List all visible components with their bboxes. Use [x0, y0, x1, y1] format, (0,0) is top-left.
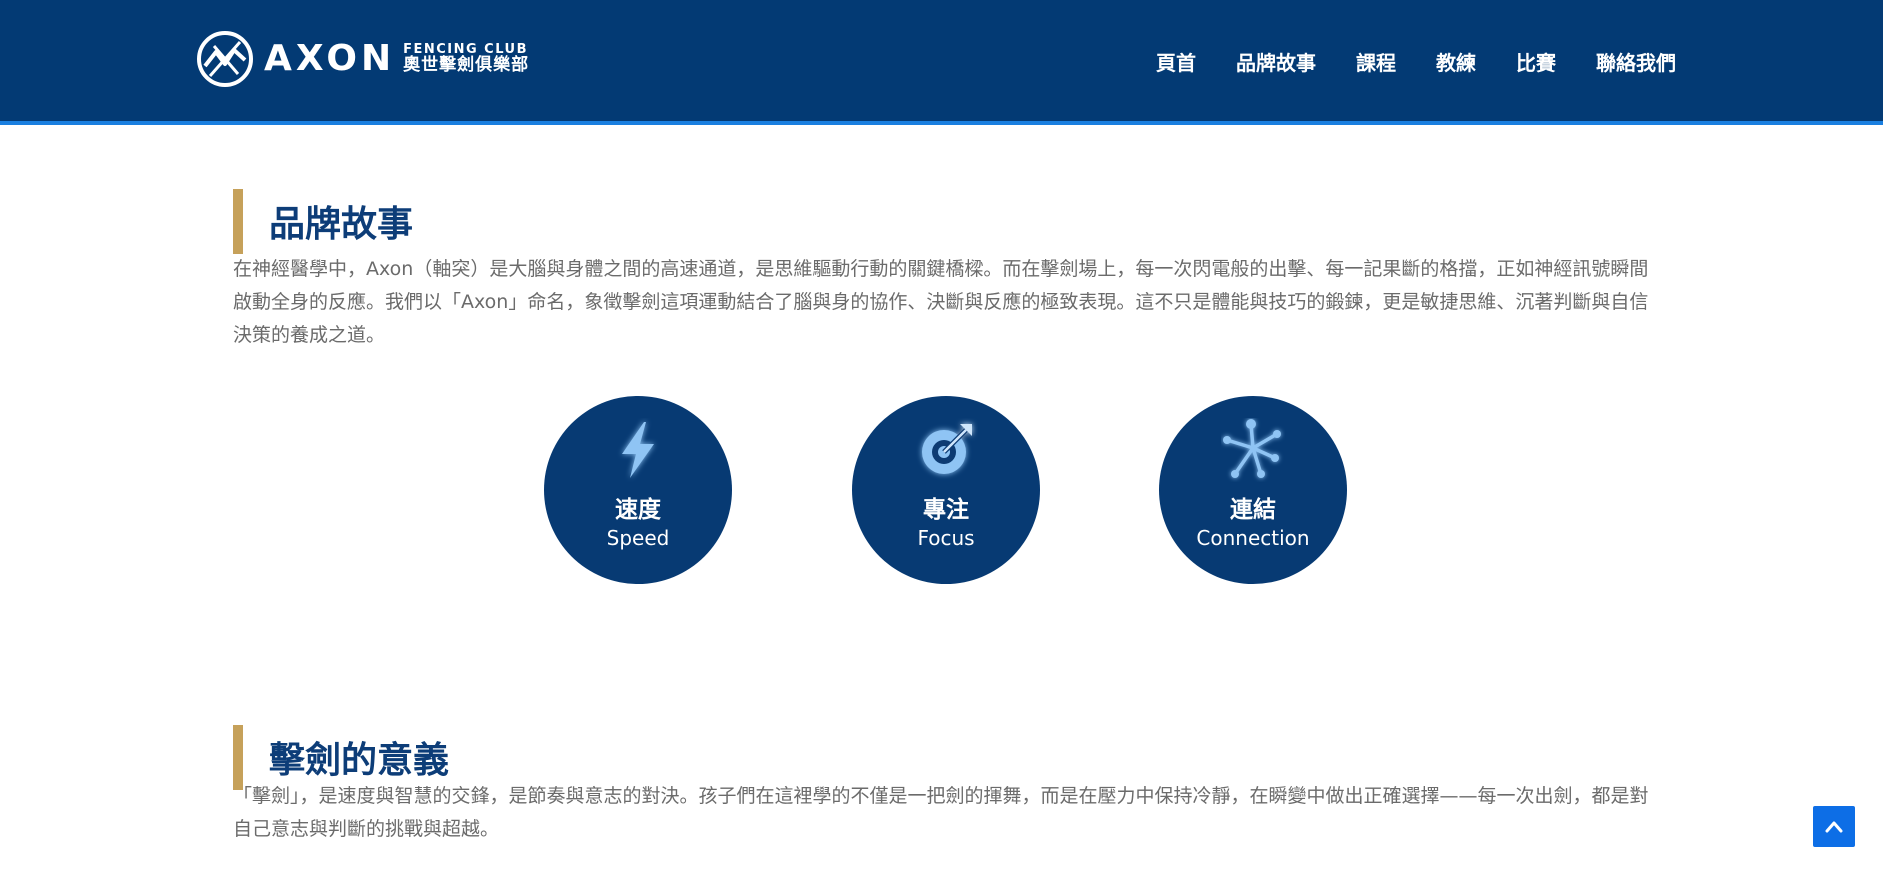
brand-logo[interactable]: AXON FENCING CLUB 奧世擊劍俱樂部: [196, 30, 529, 88]
value-focus-en: Focus: [917, 526, 975, 550]
nav-item-competitions[interactable]: 比賽: [1516, 47, 1556, 76]
brand-story-title: 品牌故事: [233, 188, 413, 254]
value-connection-zh: 連結: [1230, 497, 1276, 523]
logo-subtitle: FENCING CLUB 奧世擊劍俱樂部: [403, 43, 529, 74]
value-connection-en: Connection: [1196, 526, 1310, 550]
network-icon: [1223, 419, 1281, 478]
brand-story-text: 在神經醫學中，Axon（軸突）是大腦與身體之間的高速通道，是思維驅動行動的關鍵橋…: [233, 258, 1649, 346]
value-speed-en: Speed: [606, 526, 670, 550]
back-to-top-button[interactable]: [1813, 806, 1855, 847]
nav-item-courses[interactable]: 課程: [1356, 47, 1396, 76]
value-focus-zh: 專注: [923, 497, 969, 523]
nav-item-contact[interactable]: 聯絡我們: [1596, 47, 1676, 76]
value-focus: 專注 Focus: [852, 396, 1040, 584]
lightning-icon: [622, 422, 654, 478]
target-icon: [922, 424, 972, 474]
brand-values: 速度 Speed 專注 Focus 連結 Connection: [544, 396, 1348, 586]
site-header: AXON FENCING CLUB 奧世擊劍俱樂部 頁首 品牌故事 課程 教練 …: [0, 0, 1883, 125]
nav-item-home[interactable]: 頁首: [1156, 47, 1196, 76]
nav-item-coaches[interactable]: 教練: [1436, 47, 1476, 76]
logo-subtitle-zh: 奧世擊劍俱樂部: [403, 54, 530, 75]
axon-logo-icon: [197, 31, 253, 87]
value-speed-zh: 速度: [615, 497, 661, 523]
value-connection: 連結 Connection: [1159, 396, 1347, 584]
main-nav: 頁首 品牌故事 課程 教練 比賽 聯絡我們: [1156, 47, 1676, 76]
chevron-up-icon: [1825, 821, 1843, 832]
value-speed: 速度 Speed: [544, 396, 732, 584]
fencing-meaning-text: 「擊劍」，是速度與智慧的交鋒，是節奏與意志的對決。孩子們在這裡學的不僅是一把劍的…: [233, 785, 1649, 840]
nav-item-brand-story[interactable]: 品牌故事: [1236, 47, 1316, 76]
logo-wordmark: AXON: [264, 38, 396, 79]
